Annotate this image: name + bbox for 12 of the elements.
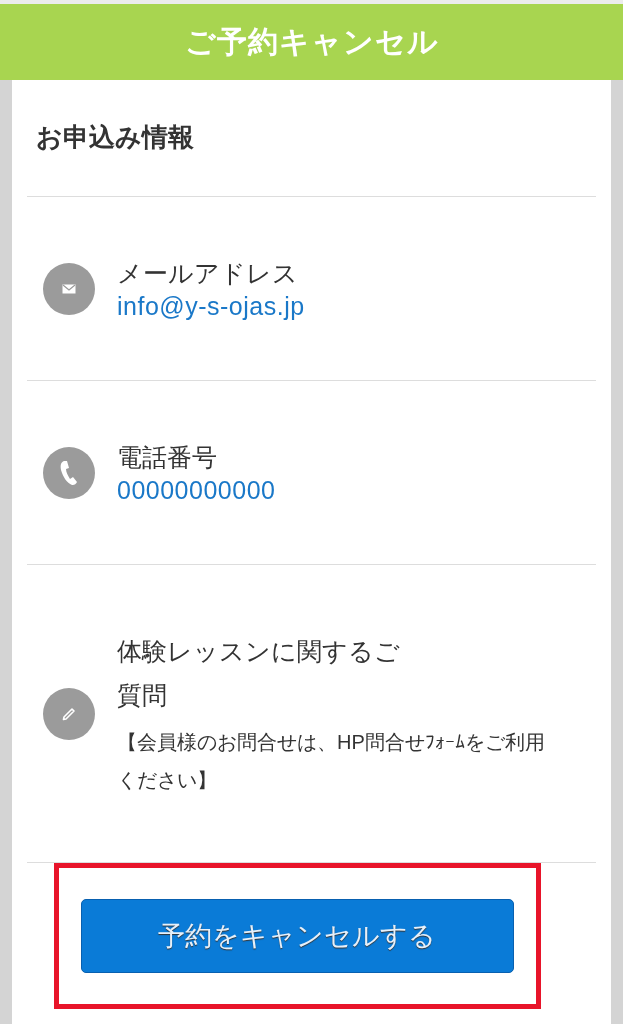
field-value[interactable]: info@y-s-ojas.jp — [117, 289, 305, 322]
field-label: 体験レッスンに関するご質問 — [117, 635, 401, 711]
envelope-icon — [62, 283, 76, 294]
field-value[interactable]: 00000000000 — [117, 473, 276, 506]
field-note: 【会員様のお問合せは、HP問合せﾌｫｰﾑをご利用ください】 — [117, 729, 546, 793]
phone-icon — [59, 459, 79, 486]
cancel-button[interactable]: 予約をキャンセルする — [80, 899, 514, 973]
field-label: メールアドレス — [117, 257, 299, 289]
field-label: 電話番号 — [117, 441, 218, 473]
section-title: お申込み情報 — [35, 121, 195, 154]
pencil-icon — [61, 705, 77, 722]
page-title: ご予約キャンセル — [184, 23, 439, 60]
